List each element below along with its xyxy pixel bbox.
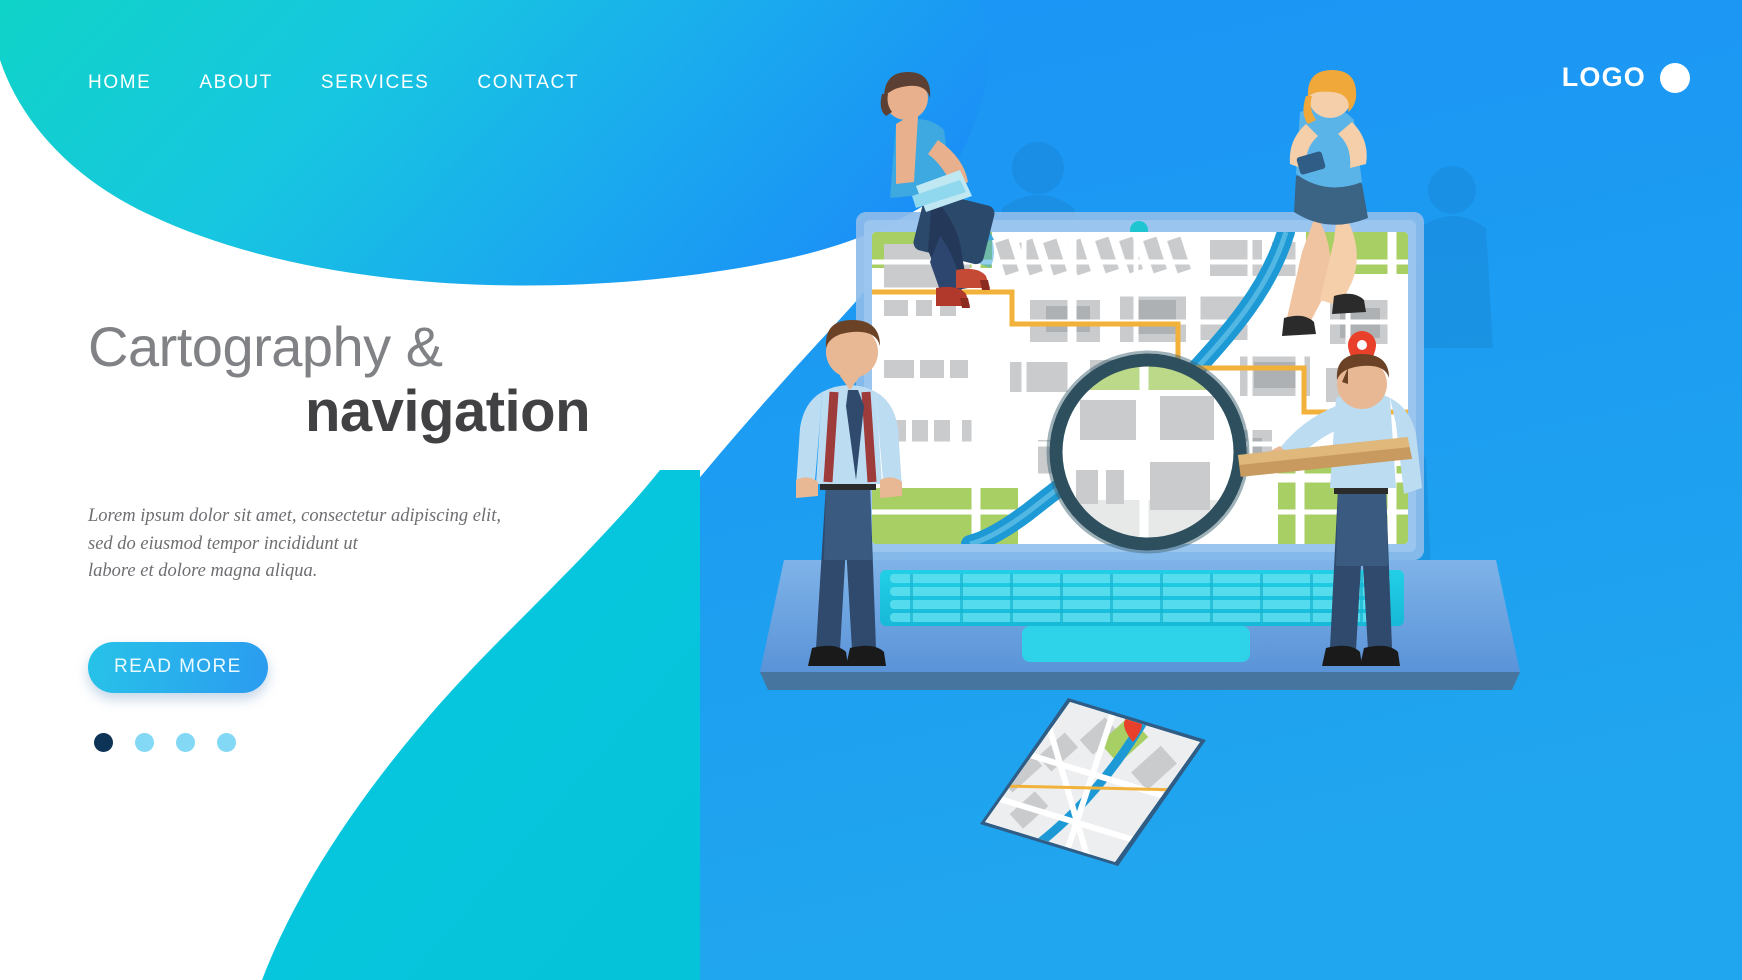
page-title-line-2: navigation — [304, 378, 591, 444]
page-title-line-1: Cartography & — [88, 315, 443, 378]
nav-item-contact[interactable]: CONTACT — [477, 72, 579, 94]
carousel-dot-3[interactable] — [176, 732, 195, 752]
carousel-dot-4[interactable] — [217, 732, 236, 752]
read-more-button[interactable]: READ MORE — [88, 641, 268, 693]
nav-item-home[interactable]: HOME — [88, 72, 151, 94]
carousel-dot-1[interactable] — [94, 732, 113, 752]
character-woman-with-phone — [1282, 70, 1368, 336]
hero-content: Cartography & navigation Lorem ipsum dol… — [88, 315, 608, 752]
laptop-trackpad — [1022, 626, 1250, 662]
nav-item-about[interactable]: ABOUT — [199, 72, 272, 94]
suspender-left — [823, 391, 839, 483]
main-navigation: HOME ABOUT SERVICES CONTACT — [88, 72, 579, 94]
smartphone-device — [980, 698, 1206, 866]
hero-paragraph-line-1: Lorem ipsum dolor sit amet, consectetur … — [88, 506, 501, 527]
logo-text: LOGO — [1561, 62, 1646, 92]
circle-icon — [1660, 62, 1690, 93]
magnifying-glass-icon — [1046, 350, 1250, 554]
suspender-right — [861, 391, 877, 483]
hero-paragraph-line-3: labore et dolore magna aliqua. — [88, 561, 318, 582]
logo[interactable]: LOGO — [1562, 62, 1690, 93]
hero-paragraph: Lorem ipsum dolor sit amet, consectetur … — [88, 503, 608, 585]
hero-paragraph-line-2: sed do eiusmod tempor incididunt ut — [88, 533, 358, 554]
nav-item-services[interactable]: SERVICES — [321, 72, 430, 94]
page-root: HOME ABOUT SERVICES CONTACT LOGO Cartogr… — [0, 0, 1742, 980]
carousel-dots — [88, 732, 608, 752]
carousel-dot-2[interactable] — [135, 732, 154, 752]
